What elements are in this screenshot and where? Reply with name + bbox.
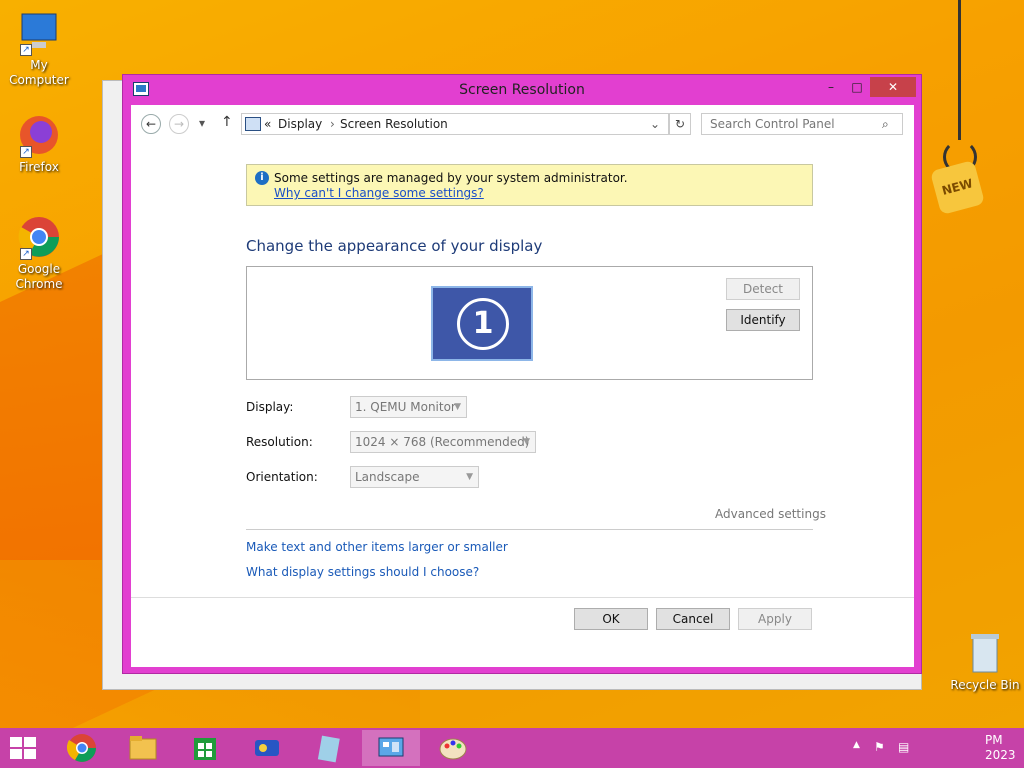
forward-button[interactable]: → [169, 114, 189, 134]
display-arrangement-box: 1 Detect Identify [246, 266, 813, 380]
maximize-button[interactable]: □ [843, 77, 871, 97]
resolution-select[interactable]: 1024 × 768 (Recommended) ▼ [350, 431, 536, 453]
taskbar-paint[interactable] [424, 730, 482, 766]
display-value: 1. QEMU Monitor [355, 400, 456, 414]
search-box[interactable]: Search Control Panel ⌕ [701, 113, 903, 135]
search-input[interactable]: Search Control Panel [710, 117, 835, 131]
shortcut-arrow-icon: ↗ [20, 44, 32, 56]
taskbar-clock[interactable]: PM 2023 [985, 733, 1016, 763]
desktop-icon-my-computer[interactable]: ↗ My Computer [4, 10, 74, 88]
identify-button[interactable]: Identify [726, 309, 800, 331]
resolution-value: 1024 × 768 (Recommended) [355, 435, 530, 449]
display-help-link[interactable]: What display settings should I choose? [246, 565, 479, 579]
action-center-icon[interactable]: ⚑ [874, 740, 885, 754]
orientation-label: Orientation: [246, 470, 318, 484]
monitor-number: 1 [457, 298, 509, 350]
desktop-icon-firefox[interactable]: ↗ Firefox [4, 112, 74, 175]
display-icon [245, 117, 261, 131]
desktop-icon-recycle-bin[interactable]: Recycle Bin [950, 632, 1020, 693]
firefox-icon: ↗ [16, 112, 62, 158]
info-bar: i Some settings are managed by your syst… [246, 164, 813, 206]
detect-button[interactable]: Detect [726, 278, 800, 300]
taskbar-chrome[interactable] [53, 730, 111, 766]
advanced-settings-link[interactable]: Advanced settings [715, 507, 826, 521]
search-icon[interactable]: ⌕ [882, 117, 889, 132]
recent-locations-dropdown[interactable]: ▾ [199, 116, 205, 130]
close-button[interactable]: ✕ [870, 77, 916, 97]
notepad-icon [317, 735, 340, 763]
up-button[interactable]: ↑ [221, 114, 233, 130]
back-button[interactable]: ← [141, 114, 161, 134]
refresh-button[interactable]: ↻ [669, 113, 691, 135]
taskbar-file-explorer[interactable] [114, 730, 172, 766]
taskbar-app[interactable] [238, 730, 296, 766]
page-title: Change the appearance of your display [246, 237, 543, 255]
window-title: Screen Resolution [459, 82, 585, 98]
paint-icon [439, 738, 467, 760]
desktop-icon-label: Google Chrome [15, 262, 63, 291]
divider [246, 529, 813, 530]
divider [131, 597, 914, 598]
clock-time: PM [985, 733, 1003, 747]
info-link[interactable]: Why can't I change some settings? [274, 186, 484, 200]
new-tag-decoration: NEW [929, 159, 986, 216]
taskbar-notepad[interactable] [300, 730, 358, 766]
network-icon[interactable]: ▤ [898, 740, 909, 754]
orientation-select[interactable]: Landscape ▼ [350, 466, 479, 488]
shortcut-arrow-icon: ↗ [20, 146, 32, 158]
tray-overflow-button[interactable]: ▲ [853, 740, 860, 750]
desktop-icon-label: My Computer [9, 58, 69, 87]
monitor-1[interactable]: 1 [431, 286, 533, 361]
orientation-value: Landscape [355, 470, 420, 484]
resolution-label: Resolution: [246, 435, 313, 449]
taskbar: ▲ ⚑ ▤ [0, 728, 1024, 768]
title-bar[interactable]: Screen Resolution – □ ✕ [123, 75, 921, 105]
desktop-icon-label: Recycle Bin [950, 678, 1020, 692]
store-icon [194, 738, 216, 760]
chevron-down-icon: ▼ [466, 472, 473, 482]
shortcut-arrow-icon: ↗ [20, 248, 32, 260]
breadcrumb-display[interactable]: Display [278, 117, 322, 131]
chevron-down-icon: ▼ [523, 437, 530, 447]
app-icon [255, 740, 279, 756]
display-select[interactable]: 1. QEMU Monitor ▼ [350, 396, 467, 418]
address-bar[interactable]: « Display › Screen Resolution ⌄ [241, 113, 669, 135]
apply-button[interactable]: Apply [738, 608, 812, 630]
screen-resolution-window[interactable]: Screen Resolution – □ ✕ ← → ▾ ↑ « Displa… [122, 74, 922, 674]
breadcrumb-separator: › [330, 117, 335, 131]
chrome-icon [66, 734, 96, 762]
ok-button[interactable]: OK [574, 608, 648, 630]
decoration-rope [958, 0, 961, 140]
computer-icon: ↗ [16, 10, 62, 56]
start-button[interactable] [10, 737, 38, 761]
chevron-down-icon: ▼ [454, 402, 461, 412]
display-label: Display: [246, 400, 294, 414]
recycle-bin-icon [968, 632, 1002, 676]
info-message: Some settings are managed by your system… [274, 171, 628, 185]
desktop-icon-chrome[interactable]: ↗ Google Chrome [4, 214, 74, 292]
breadcrumb-screen-resolution[interactable]: Screen Resolution [340, 117, 448, 131]
chrome-icon: ↗ [16, 214, 62, 260]
control-panel-icon [378, 737, 404, 757]
address-overflow[interactable]: « [264, 117, 271, 131]
clock-date: 2023 [985, 748, 1016, 762]
taskbar-control-panel[interactable] [362, 730, 420, 766]
cancel-button[interactable]: Cancel [656, 608, 730, 630]
window-content: ← → ▾ ↑ « Display › Screen Resolution ⌄ … [131, 105, 914, 667]
minimize-button[interactable]: – [817, 77, 845, 97]
text-size-link[interactable]: Make text and other items larger or smal… [246, 540, 508, 554]
taskbar-store[interactable] [176, 730, 234, 766]
folder-icon [129, 736, 157, 760]
desktop-icon-label: Firefox [19, 160, 59, 174]
address-dropdown-icon[interactable]: ⌄ [650, 117, 660, 131]
info-icon: i [255, 171, 269, 185]
